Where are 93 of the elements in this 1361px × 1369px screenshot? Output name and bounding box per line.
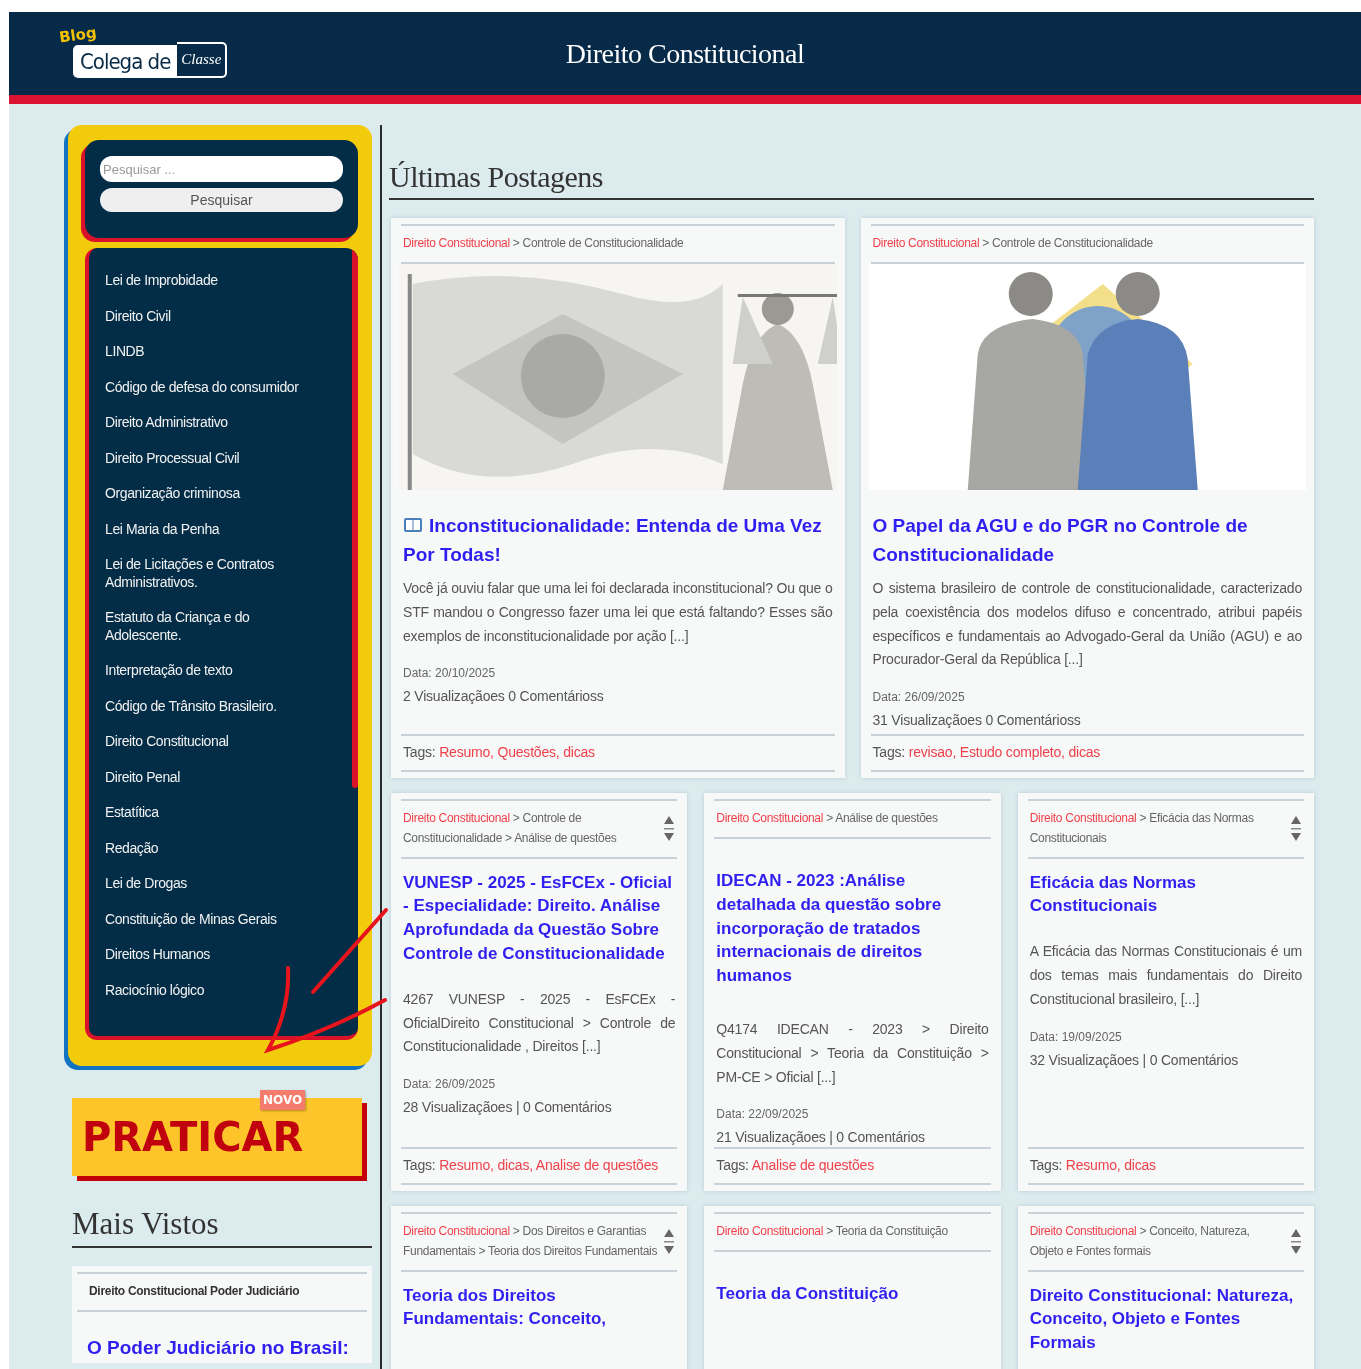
- post-title[interactable]: VUNESP - 2025 - EsFCEx - Oficial - Especialidade: Direito. Análise Aprofundada da Questão Sobre Controle de Constitucionalidade: [401, 870, 678, 966]
- post-excerpt: Você já ouviu falar que uma lei foi declarada inconstitucional? Ou que o STF mandou o Congresso fazer uma lei que está faltando? Esses são exemplos de inconstitucionalidade por ação [...]: [402, 579, 834, 646]
- menu-item[interactable]: Lei de Improbidade: [105, 262, 308, 298]
- search-field[interactable]: Pesquisar ...: [100, 156, 343, 182]
- post-stats: 21 Visualizaçãoes | 0 Comentários: [715, 1129, 926, 1146]
- tag-link[interactable]: dicas,: [497, 1157, 533, 1173]
- tag-link[interactable]: Resumo,: [439, 744, 494, 760]
- tag-link[interactable]: dicas: [563, 744, 595, 760]
- breadcrumb: Direito Constitucional > Eficácia das Normas Constitucionais: [1029, 810, 1255, 847]
- breadcrumb: Direito Constitucional > Teoria da Constituição: [716, 1223, 948, 1241]
- category-link[interactable]: Direito Constitucional: [403, 236, 510, 251]
- post-title[interactable]: Teoria da Constituição: [714, 1282, 991, 1306]
- menu-item[interactable]: Direito Penal: [105, 758, 308, 794]
- menu-item[interactable]: Constituição de Minas Gerais: [105, 900, 308, 936]
- tag-link[interactable]: Estudo completo,: [959, 744, 1065, 760]
- post-stats: 28 Visualizaçãoes | 0 Comentários: [402, 1099, 613, 1116]
- logo-tag: Blog: [57, 22, 98, 47]
- post-stats: 32 Visualizaçãoes | 0 Comentários: [1028, 1051, 1240, 1068]
- breadcrumb: Direito Constitucional > Controle de Constitucionalidade > Análise de questões: [403, 810, 618, 847]
- tag-link[interactable]: dicas: [1068, 744, 1101, 760]
- menu-item[interactable]: Direito Processual Civil: [105, 439, 308, 475]
- tag-link[interactable]: Analise de questões: [535, 1157, 659, 1173]
- menu-item[interactable]: Código de Trânsito Brasileiro.: [105, 687, 308, 723]
- post-excerpt: Q4174 IDECAN - 2023 > Direito Constitucional > Teoria da Constituição > PM-CE > Oficial [...]: [715, 1020, 990, 1087]
- breadcrumb: Direito Constitucional > Dos Direitos e Garantias Fundamentais > Teoria dos Direitos Fundamentais: [403, 1223, 658, 1260]
- logo-name[interactable]: Colega de: [73, 44, 178, 78]
- breadcrumb: Direito Constitucional Poder Judiciário: [88, 1283, 300, 1301]
- breadcrumb: Direito Constitucional > Controle de Constitucionalidade: [872, 235, 1153, 253]
- post-title[interactable]: O Poder Judiciário no Brasil:: [85, 1334, 367, 1363]
- tag-link[interactable]: Resumo,: [439, 1157, 494, 1173]
- tag-link[interactable]: Resumo,: [1065, 1157, 1121, 1173]
- post-title[interactable]: Inconstitucionalidade: Entenda de Uma Vez Por Todas!: [401, 512, 835, 569]
- menu-item[interactable]: Lei Maria da Penha: [105, 510, 308, 546]
- category-link[interactable]: Direito Constitucional: [1029, 811, 1137, 825]
- menu-item[interactable]: Lei de Drogas: [105, 865, 308, 901]
- logo-script[interactable]: Classe: [177, 41, 228, 78]
- post-title[interactable]: Eficácia das Normas Constitucionais: [1027, 870, 1304, 919]
- tags-label: Tags:: [716, 1157, 749, 1173]
- tags-label: Tags:: [403, 1157, 436, 1173]
- menu-item[interactable]: LINDB: [105, 333, 308, 369]
- post-stats: 2 Visualizaçãoes 0 Comentárioss: [402, 688, 605, 705]
- scrollbar-thumb[interactable]: [352, 248, 358, 788]
- menu-item[interactable]: Interpretação de texto: [105, 652, 308, 688]
- post-date: Data: 19/09/2025: [1028, 1029, 1123, 1044]
- category-link[interactable]: Direito Constitucional: [872, 236, 980, 251]
- breadcrumb: Direito Constitucional > Conceito, Natureza, Objeto e Fontes formais: [1029, 1223, 1251, 1260]
- menu-item[interactable]: Direitos Humanos: [105, 936, 308, 972]
- post-title[interactable]: Teoria dos Direitos Fundamentais: Conceito,: [401, 1283, 678, 1332]
- tags-label: Tags:: [1029, 1157, 1063, 1173]
- post-excerpt: A Eficácia das Normas Constitucionais é um dos temas mais fundamentais do Direito Constitucional brasileiro, [...]: [1028, 942, 1303, 1009]
- tags-label: Tags:: [403, 744, 436, 760]
- post-date: Data: 26/09/2025: [402, 1077, 497, 1092]
- scroll-arrows-icon[interactable]: [663, 814, 676, 843]
- post-date: Data: 22/09/2025: [715, 1107, 810, 1122]
- menu-item[interactable]: Estatuto da Criança e do Adolescente.: [105, 599, 308, 652]
- breadcrumb: Direito Constitucional > Controle de Constitucionalidade: [403, 235, 684, 253]
- scroll-arrows-icon[interactable]: [1290, 814, 1302, 843]
- post-excerpt: 4267 VUNESP - 2025 - EsFCEx - OficialDireito Constitucional > Controle de Constitucionalidade , Direitos [...]: [402, 989, 677, 1057]
- post-title[interactable]: O Papel da AGU e do PGR no Controle de Constitucionalidade: [870, 512, 1304, 569]
- site-title: Direito Constitucional: [564, 37, 806, 70]
- tags-label: Tags:: [872, 744, 905, 760]
- menu-item[interactable]: Direito Administrativo: [105, 404, 308, 440]
- category-link[interactable]: Direito Constitucional: [716, 811, 824, 826]
- scroll-arrows-icon[interactable]: [663, 1227, 676, 1256]
- new-badge: NOVO: [260, 1090, 306, 1110]
- post-stats: 31 Visualizaçãoes 0 Comentárioss: [871, 712, 1082, 729]
- breadcrumb: Direito Constitucional > Análise de questões: [716, 810, 938, 828]
- menu-item[interactable]: Estatítica: [105, 794, 308, 830]
- tag-link[interactable]: Analise de questões: [751, 1157, 874, 1173]
- category-link[interactable]: Direito Constitucional: [403, 1224, 510, 1238]
- post-title[interactable]: Direito Constitucional: Natureza, Conceito, Objeto e Fontes Formais: [1027, 1283, 1304, 1355]
- category-link[interactable]: Direito Constitucional: [403, 811, 510, 825]
- menu-item[interactable]: Direito Constitucional: [105, 723, 308, 759]
- menu-item[interactable]: Redação: [105, 829, 308, 865]
- tag-link[interactable]: revisao,: [908, 744, 957, 760]
- post-excerpt: O sistema brasileiro de controle de constitucionalidade, caracterizado pela coexistência dos modelos difuso e concentrado, atribui papéis específicos e fundamentais ao Advogado-Geral da União (AGU) e ao Procurador-Geral da República [...]: [871, 579, 1303, 670]
- scroll-arrows-icon[interactable]: [1290, 1227, 1302, 1256]
- section-heading: Mais Vistos: [72, 1206, 372, 1248]
- menu-item[interactable]: Organização criminosa: [105, 475, 308, 511]
- post-date: Data: 26/09/2025: [871, 690, 966, 705]
- menu-item[interactable]: Código de defesa do consumidor: [105, 368, 308, 404]
- category-link[interactable]: Direito Constitucional: [716, 1224, 824, 1239]
- search-button[interactable]: Pesquisar: [100, 188, 343, 212]
- menu-item[interactable]: Lei de Licitações e Contratos Administrativos.: [105, 546, 308, 599]
- menu-item[interactable]: Direito Civil: [105, 297, 308, 333]
- book-icon: [403, 517, 423, 533]
- tag-link[interactable]: Questões,: [497, 744, 560, 760]
- section-heading: Últimas Postagens: [389, 160, 1314, 200]
- post-date: Data: 20/10/2025: [402, 666, 497, 681]
- menu-item[interactable]: Raciocínio lógico: [105, 971, 308, 1007]
- category-link[interactable]: Direito Constitucional: [1029, 1224, 1137, 1238]
- post-title[interactable]: IDECAN - 2023 :Análise detalhada da questão sobre incorporação de tratados internacionais de direitos humanos: [714, 869, 991, 988]
- tag-link[interactable]: dicas: [1124, 1157, 1156, 1173]
